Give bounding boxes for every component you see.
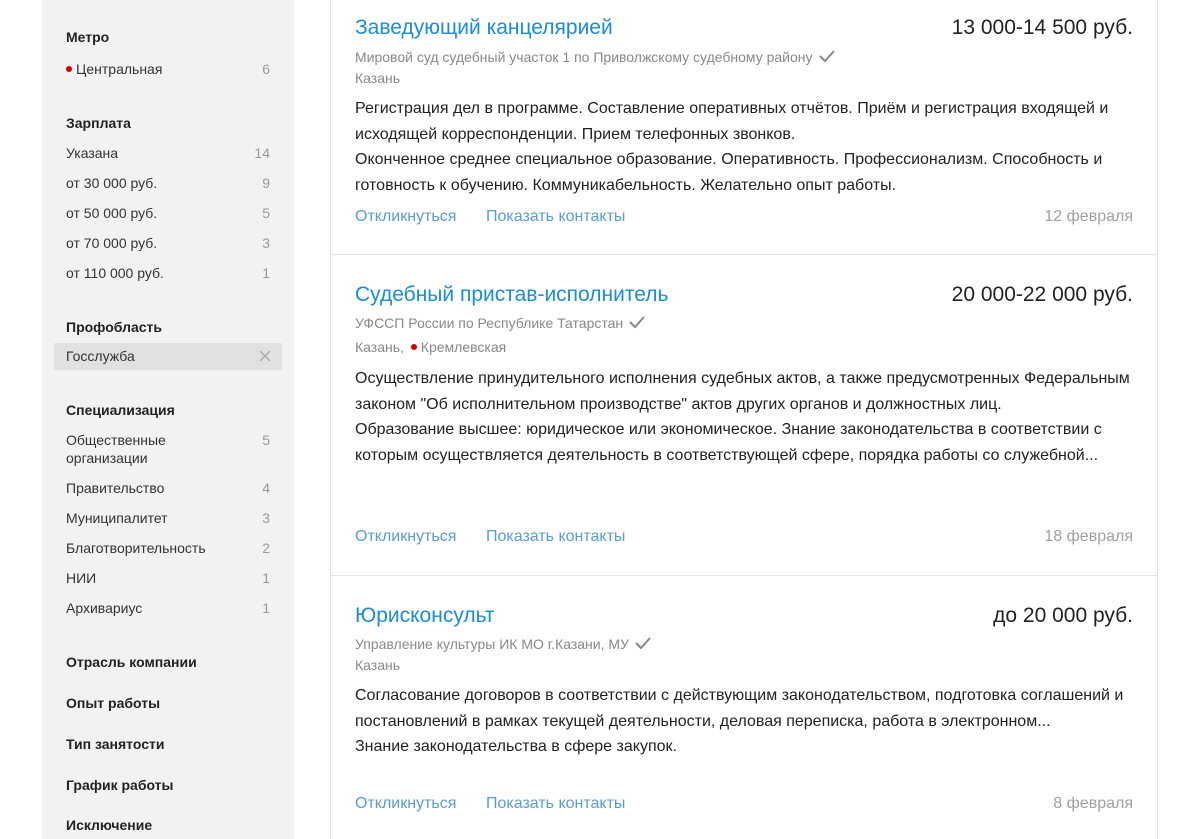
vacancy-date: 18 февраля (1044, 528, 1133, 545)
filter-count: 1 (262, 570, 270, 586)
vacancy-list: Заведующий канцелярией 13 000-14 500 руб… (330, 0, 1158, 839)
vacancy-responsibilities: Осуществление принудительного исполнения… (355, 370, 1130, 413)
filter-label: Центральная (76, 61, 163, 77)
company-name: Управление культуры ИК МО г.Казани, МУ (355, 636, 629, 652)
vacancy-title-link[interactable]: Судебный пристав-исполнитель (355, 283, 668, 307)
filter-count: 6 (262, 61, 270, 77)
filter-label: Муниципалитет (66, 510, 168, 526)
vacancy-responsibilities: Регистрация дел в программе. Составление… (355, 100, 1109, 143)
vacancy-requirements: Знание законодательства в сфере закупок. (355, 738, 677, 755)
industry-section-title[interactable]: Отрасль компании (66, 654, 197, 670)
location-city: Казань, (355, 339, 404, 355)
vacancy-company-link[interactable]: УФССП России по Республике Татарстан (355, 314, 646, 332)
respond-button[interactable]: Откликнуться (355, 207, 456, 227)
metro-section-title: Метро (66, 29, 110, 45)
filter-count: 5 (262, 432, 270, 448)
show-contacts-button[interactable]: Показать контакты (486, 207, 625, 227)
selected-filter-label: Госслужба (66, 348, 135, 364)
vacancy-responsibilities: Согласование договоров в соответствии с … (355, 687, 1124, 730)
filter-label: от 110 000 руб. (66, 265, 164, 281)
filter-count: 3 (262, 510, 270, 526)
filter-spec-archivist[interactable]: Архивариус 1 (66, 599, 270, 617)
location-metro: Кремлевская (420, 339, 507, 355)
filter-spec-government[interactable]: Правительство 4 (66, 479, 270, 497)
vacancy-company-link[interactable]: Мировой суд судебный участок 1 по Привол… (355, 48, 836, 66)
vacancy-salary: до 20 000 руб. (993, 604, 1133, 627)
respond-button[interactable]: Откликнуться (355, 794, 456, 814)
respond-button[interactable]: Откликнуться (355, 527, 456, 547)
filter-spec-charity[interactable]: Благотворительность 2 (66, 539, 270, 557)
filter-label: Правительство (66, 480, 165, 496)
location-city: Казань (355, 70, 401, 86)
filter-count: 4 (262, 480, 270, 496)
filter-count: 5 (262, 205, 270, 221)
selected-filter-gossluzhba[interactable]: Госслужба (54, 343, 282, 370)
filter-label: НИИ (66, 570, 97, 586)
vacancy-description: Осуществление принудительного исполнения… (355, 366, 1135, 468)
vacancy-company-link[interactable]: Управление культуры ИК МО г.Казани, МУ (355, 635, 652, 653)
filter-salary-70000[interactable]: от 70 000 руб. 3 (66, 234, 270, 252)
filter-label: от 30 000 руб. (66, 175, 158, 191)
page: Метро Центральная 6 Зарплата Указана 14 … (0, 0, 1200, 839)
filter-count: 9 (262, 175, 270, 191)
filter-label: Благотворительность (66, 540, 206, 556)
experience-section-title[interactable]: Опыт работы (66, 695, 160, 711)
vacancy-salary: 20 000-22 000 руб. (951, 283, 1133, 306)
filter-salary-30000[interactable]: от 30 000 руб. 9 (66, 174, 270, 192)
filter-count: 2 (262, 540, 270, 556)
filter-spec-research[interactable]: НИИ 1 (66, 569, 270, 587)
vacancy-card: Судебный пристав-исполнитель 20 000-22 0… (331, 255, 1157, 576)
metro-dot-icon (66, 66, 72, 73)
verified-check-icon (818, 50, 835, 63)
vacancy-date: 12 февраля (1044, 208, 1133, 225)
vacancy-salary: 13 000-14 500 руб. (951, 16, 1133, 39)
filter-label: Архивариус (66, 600, 143, 616)
vacancy-description: Регистрация дел в программе. Составление… (355, 96, 1135, 198)
vacancy-requirements: Образование высшее: юридическое или экон… (355, 421, 1102, 464)
filter-label: Общественные организации (66, 432, 166, 466)
filter-spec-municipality[interactable]: Муниципалитет 3 (66, 509, 270, 527)
vacancy-location: Казань (355, 656, 400, 674)
filter-label: от 70 000 руб. (66, 235, 158, 251)
show-contacts-button[interactable]: Показать контакты (486, 794, 625, 814)
vacancy-description: Согласование договоров в соответствии с … (355, 683, 1135, 760)
metro-dot-icon (410, 344, 417, 351)
filter-salary-specified[interactable]: Указана 14 (66, 144, 270, 162)
filter-salary-50000[interactable]: от 50 000 руб. 5 (66, 204, 270, 222)
vacancy-card: Заведующий канцелярией 13 000-14 500 руб… (331, 0, 1157, 255)
company-name: УФССП России по Республике Татарстан (355, 315, 624, 331)
filter-count: 14 (254, 145, 270, 161)
salary-section-title: Зарплата (66, 115, 131, 131)
filter-count: 3 (262, 235, 270, 251)
vacancy-location: Казань (355, 69, 400, 87)
filter-label: Указана (66, 145, 119, 161)
vacancy-date: 8 февраля (1053, 795, 1133, 812)
employment-type-section-title[interactable]: Тип занятости (66, 736, 164, 752)
close-icon[interactable] (258, 349, 272, 363)
profarea-section-title: Профобласть (66, 319, 163, 335)
filter-count: 1 (262, 265, 270, 281)
filter-salary-110000[interactable]: от 110 000 руб. 1 (66, 264, 270, 282)
schedule-section-title[interactable]: График работы (66, 777, 174, 793)
filter-label: от 50 000 руб. (66, 205, 158, 221)
vacancy-requirements: Оконченное среднее специальное образован… (355, 151, 1103, 194)
verified-check-icon (635, 637, 651, 650)
verified-check-icon (629, 316, 645, 329)
vacancy-location: Казань, Кремлевская (355, 338, 506, 356)
filter-metro-centralnaya[interactable]: Центральная 6 (66, 60, 270, 78)
vacancy-title-link[interactable]: Юрисконсульт (355, 604, 495, 628)
filters-sidebar: Метро Центральная 6 Зарплата Указана 14 … (42, 0, 294, 839)
filter-spec-public-orgs[interactable]: Общественные организации 5 (66, 431, 270, 467)
vacancy-title-link[interactable]: Заведующий канцелярией (355, 16, 613, 40)
vacancy-card: Юрисконсульт до 20 000 руб. Управление к… (331, 576, 1157, 839)
specialization-section-title: Специализация (66, 402, 175, 418)
company-name: Мировой суд судебный участок 1 по Привол… (355, 49, 813, 65)
show-contacts-button[interactable]: Показать контакты (486, 527, 625, 547)
filter-count: 1 (262, 600, 270, 616)
exclusion-section-title[interactable]: Исключение (66, 817, 152, 833)
location-city: Казань (355, 657, 401, 673)
